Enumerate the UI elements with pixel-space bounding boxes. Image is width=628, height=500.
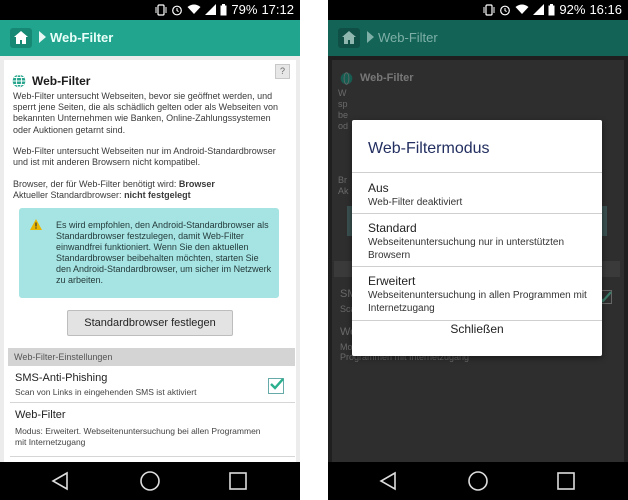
option-extended-description[interactable]: Webseitenuntersuchung in allen Programme… bbox=[368, 290, 588, 315]
web-filter-title: Web-Filter bbox=[32, 74, 91, 88]
required-browser-line: Browser, der für Web-Filter benötigt wir… bbox=[13, 179, 291, 190]
navigation-bar bbox=[0, 462, 300, 500]
clock: 17:12 bbox=[261, 2, 294, 17]
web-filter-row-mode: Modus: Erweitert. Webseitenuntersuchung … bbox=[15, 426, 261, 447]
dimmed-text: be bbox=[338, 110, 349, 120]
signal-icon bbox=[533, 4, 545, 15]
dimmed-text: od bbox=[338, 121, 349, 131]
option-standard-description[interactable]: Webseitenuntersuchung nur in unterstützt… bbox=[368, 237, 588, 262]
dialog-divider bbox=[352, 172, 602, 173]
dialog-title: Web-Filtermodus bbox=[368, 140, 490, 157]
required-browser-label: Browser, der für Web-Filter benötigt wir… bbox=[13, 179, 179, 189]
dimmed-title: Web-Filter bbox=[360, 72, 414, 84]
default-browser-label: Aktueller Standardbrowser: bbox=[13, 190, 125, 200]
home-button[interactable] bbox=[338, 28, 360, 48]
close-button[interactable]: Schließen bbox=[352, 322, 602, 336]
dimmed-text: sp bbox=[338, 99, 348, 109]
globe-icon bbox=[12, 74, 26, 88]
phone-screen-left: 79% 17:12 Web-Filter ? Web-Filter Web-Fi… bbox=[0, 0, 300, 500]
home-icon bbox=[14, 31, 28, 44]
home-icon bbox=[342, 31, 356, 44]
web-filter-card: ? Web-Filter Web-Filter untersucht Webse… bbox=[4, 60, 296, 462]
app-bar: Web-Filter bbox=[328, 20, 628, 56]
option-extended-title[interactable]: Erweitert bbox=[368, 274, 415, 288]
dimmed-text: Mo bbox=[340, 342, 353, 352]
content-area: ? Web-Filter Web-Filter untersucht Webse… bbox=[0, 56, 300, 462]
vibrate-icon bbox=[155, 3, 167, 16]
web-filter-description: Web-Filter untersucht Webseiten, bevor s… bbox=[13, 91, 278, 135]
divider bbox=[10, 456, 295, 457]
app-bar: Web-Filter bbox=[0, 20, 300, 56]
back-icon[interactable] bbox=[50, 470, 70, 492]
divider bbox=[10, 402, 295, 403]
recommendation-alert: Es wird empfohlen, den Android-Standardb… bbox=[19, 208, 279, 298]
sms-anti-phishing-checkbox[interactable] bbox=[268, 378, 284, 394]
checkmark-icon bbox=[270, 378, 284, 390]
battery-level: 92% bbox=[559, 2, 586, 17]
breadcrumb-arrow-icon bbox=[367, 31, 374, 43]
battery-level: 79% bbox=[231, 2, 258, 17]
signal-icon bbox=[205, 4, 217, 15]
dimmed-text: Ak bbox=[338, 186, 349, 196]
alarm-icon bbox=[172, 5, 183, 15]
status-bar: 79% 17:12 bbox=[0, 0, 300, 20]
globe-icon bbox=[340, 72, 353, 85]
dialog-divider bbox=[352, 320, 602, 321]
dialog-divider bbox=[352, 266, 602, 267]
recents-icon[interactable] bbox=[228, 470, 248, 492]
default-browser-line: Aktueller Standardbrowser: nicht festgel… bbox=[13, 190, 291, 201]
web-filter-heading: Web-Filter bbox=[12, 74, 90, 88]
dialog-divider bbox=[352, 213, 602, 214]
option-standard-title[interactable]: Standard bbox=[368, 221, 417, 235]
set-default-browser-button[interactable]: Standardbrowser festlegen bbox=[67, 310, 233, 336]
option-off-description[interactable]: Web-Filter deaktiviert bbox=[368, 197, 588, 210]
option-off-title[interactable]: Aus bbox=[368, 181, 389, 195]
status-bar: 92% 16:16 bbox=[328, 0, 628, 20]
dimmed-text: W bbox=[338, 88, 347, 98]
help-button[interactable]: ? bbox=[275, 64, 290, 79]
web-filter-row-title[interactable]: Web-Filter bbox=[15, 409, 66, 421]
breadcrumb-title[interactable]: Web-Filter bbox=[378, 30, 438, 45]
phone-screen-right: 92% 16:16 Web-Filter Web-Filter W sp be … bbox=[328, 0, 628, 500]
battery-icon bbox=[548, 3, 555, 15]
sms-anti-phishing-title[interactable]: SMS-Anti-Phishing bbox=[15, 372, 107, 384]
breadcrumb-title[interactable]: Web-Filter bbox=[50, 30, 113, 45]
vibrate-icon bbox=[483, 3, 495, 16]
breadcrumb-arrow-icon bbox=[39, 31, 46, 43]
alert-text: Es wird empfohlen, den Android-Standardb… bbox=[56, 220, 272, 285]
section-header-settings: Web-Filter-Einstellungen bbox=[8, 348, 295, 366]
sms-anti-phishing-status: Scan von Links in eingehenden SMS ist ak… bbox=[15, 387, 197, 397]
home-nav-icon[interactable] bbox=[467, 470, 489, 492]
battery-icon bbox=[220, 3, 227, 15]
dimmed-text: Br bbox=[338, 175, 347, 185]
navigation-bar bbox=[328, 462, 628, 500]
web-filter-mode-dialog: Web-Filtermodus Aus Web-Filter deaktivie… bbox=[352, 120, 602, 356]
wifi-icon bbox=[515, 4, 529, 14]
home-button[interactable] bbox=[10, 28, 32, 48]
alarm-icon bbox=[500, 5, 511, 15]
required-browser-value: Browser bbox=[178, 179, 215, 189]
recents-icon[interactable] bbox=[556, 470, 576, 492]
wifi-icon bbox=[187, 4, 201, 14]
default-browser-value: nicht festgelegt bbox=[124, 190, 191, 200]
browser-compat-note: Web-Filter untersucht Webseiten nur im A… bbox=[13, 146, 276, 168]
clock: 16:16 bbox=[589, 2, 622, 17]
home-nav-icon[interactable] bbox=[139, 470, 161, 492]
warning-icon bbox=[30, 219, 42, 230]
back-icon[interactable] bbox=[378, 470, 398, 492]
